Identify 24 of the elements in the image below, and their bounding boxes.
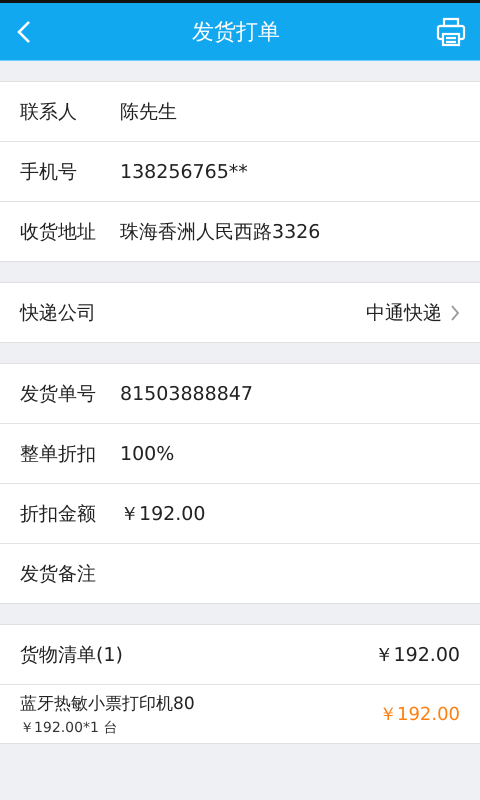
courier-row[interactable]: 快递公司 中通快递 xyxy=(0,283,480,342)
field-label: 收货地址 xyxy=(20,220,97,244)
field-value: 中通快递 xyxy=(366,300,442,326)
field-label: 折扣金额 xyxy=(20,502,97,526)
printer-icon[interactable] xyxy=(436,16,466,46)
product-price: ￥192.00 xyxy=(379,703,460,726)
field-value: 陈先生 xyxy=(120,100,178,124)
field-label: 快递公司 xyxy=(20,300,96,326)
field-label: 发货备注 xyxy=(20,562,97,586)
field-value: 100% xyxy=(120,442,176,464)
goods-list-title: 货物清单(1) xyxy=(20,642,123,668)
field-label: 整单折扣 xyxy=(20,442,97,466)
chevron-icon xyxy=(450,304,460,322)
page-title: 发货打单 xyxy=(192,18,280,46)
field-value: 81503888847 xyxy=(120,382,254,404)
field-value: ￥192.00 xyxy=(120,502,206,526)
field-label: 手机号 xyxy=(20,160,78,184)
field-label: 联系人 xyxy=(20,100,78,124)
product-quantity: ￥192.00*1 台 xyxy=(20,718,118,736)
field-label: 发货单号 xyxy=(20,382,97,406)
field-value: 珠海香洲人民西路3326 xyxy=(120,220,322,244)
goods-total: ￥192.00 xyxy=(374,642,460,668)
product-name: 蓝牙热敏小票打印机80 xyxy=(20,692,195,714)
field-value: 138256765** xyxy=(120,160,249,182)
